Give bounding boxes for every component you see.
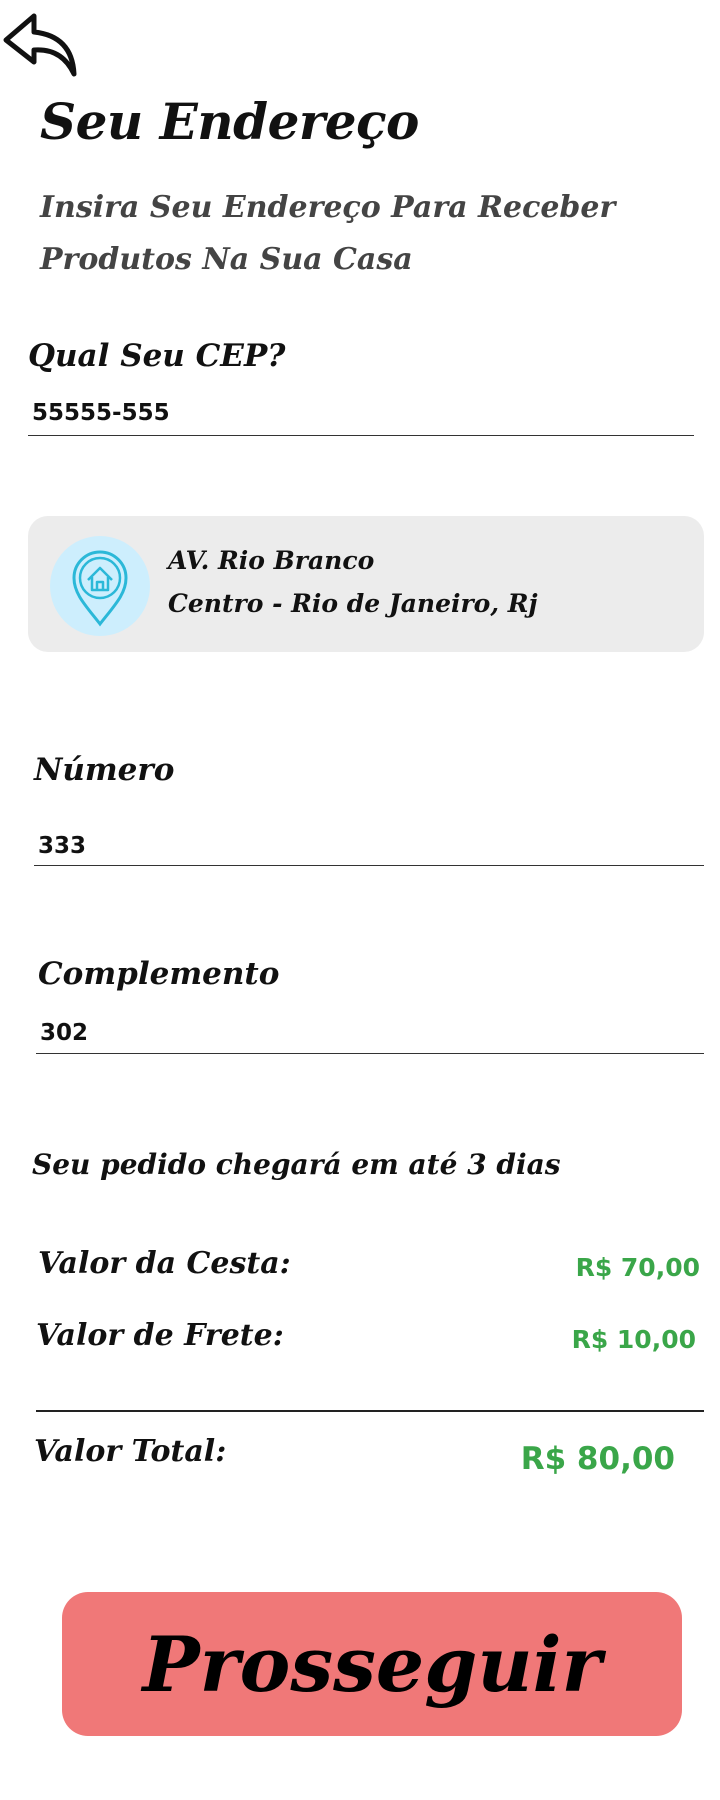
address-city: Centro - Rio de Janeiro, Rj <box>168 589 538 618</box>
numero-input[interactable] <box>34 826 704 866</box>
location-badge <box>50 536 150 636</box>
page-title: Seu Endereço <box>40 92 419 151</box>
cep-label: Qual Seu CEP? <box>28 338 286 374</box>
address-street: AV. Rio Branco <box>168 546 375 575</box>
freight-price-value: R$ 10,00 <box>571 1325 696 1354</box>
total-price-value: R$ 80,00 <box>520 1441 675 1477</box>
numero-label: Número <box>34 752 175 788</box>
proceed-button[interactable]: Prosseguir <box>62 1592 682 1736</box>
cep-input[interactable] <box>28 390 694 436</box>
page-subtitle: Insira Seu Endereço Para Receber Produto… <box>40 190 616 277</box>
freight-price-label: Valor de Frete: <box>36 1318 284 1353</box>
complemento-label: Complemento <box>38 956 280 992</box>
back-arrow-icon <box>3 13 77 77</box>
home-location-pin-icon <box>72 550 128 627</box>
total-price-label: Valor Total: <box>34 1434 227 1469</box>
address-card[interactable]: AV. Rio Branco Centro - Rio de Janeiro, … <box>28 516 704 652</box>
back-button[interactable] <box>0 4 80 82</box>
basket-price-label: Valor da Cesta: <box>38 1246 291 1281</box>
delivery-estimate: Seu pedido chegará em até 3 dias <box>32 1148 561 1181</box>
basket-price-value: R$ 70,00 <box>575 1253 700 1282</box>
complemento-input[interactable] <box>36 1012 704 1054</box>
divider <box>36 1410 704 1412</box>
